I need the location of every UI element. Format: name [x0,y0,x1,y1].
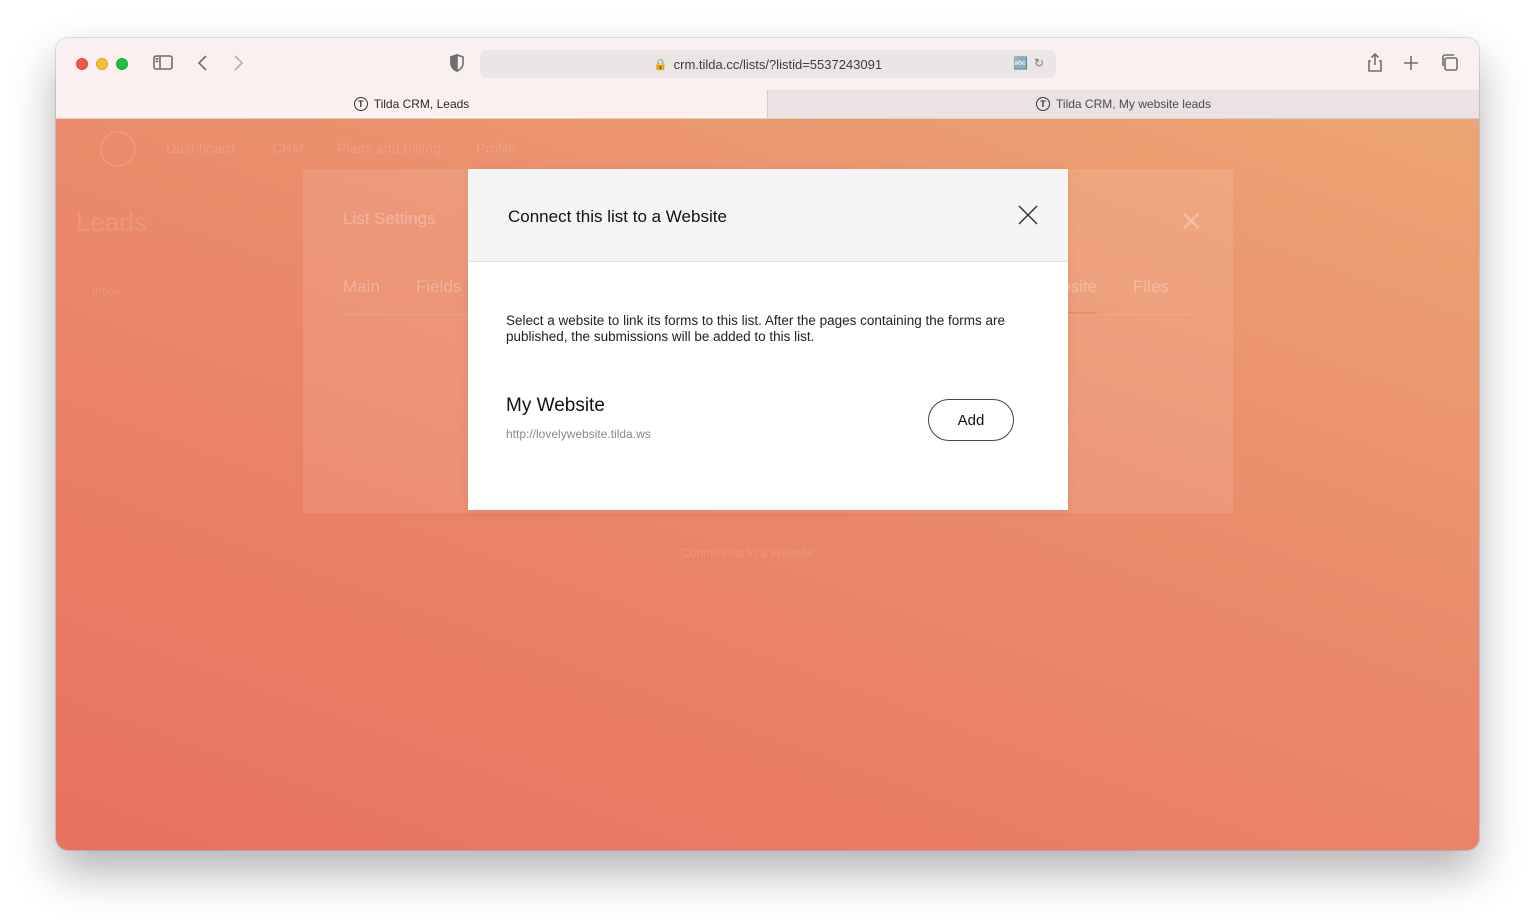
tilda-logo-icon [100,131,136,167]
address-bar[interactable]: 🔒 crm.tilda.cc/lists/?listid=5537243091 … [480,50,1056,78]
tab-overview-icon[interactable] [1440,52,1460,74]
tab-bar: T Tilda CRM, Leads T Tilda CRM, My websi… [56,90,1479,119]
privacy-shield-icon[interactable] [449,52,465,74]
page-content: Dashboard CRM Plans and Billing Profile … [56,119,1479,850]
settings-title: List Settings [343,209,436,228]
browser-window: 🔒 crm.tilda.cc/lists/?listid=5537243091 … [56,38,1479,850]
share-icon[interactable] [1366,52,1384,74]
footer-text: Connect list to a Website [681,546,814,560]
minimize-window-button[interactable] [96,58,108,70]
lock-icon: 🔒 [653,58,668,71]
close-window-button[interactable] [76,58,88,70]
new-tab-icon[interactable] [1403,52,1419,74]
translate-icon[interactable]: 🔤 [1013,56,1028,70]
zoom-window-button[interactable] [116,58,128,70]
nav-dashboard: Dashboard [166,140,235,156]
tab-leads[interactable]: T Tilda CRM, Leads [56,90,767,118]
address-text: crm.tilda.cc/lists/?listid=5537243091 [673,56,883,72]
modal-title: Connect this list to a Website [508,207,727,226]
tab-label: Tilda CRM, Leads [373,97,470,111]
browser-toolbar: 🔒 crm.tilda.cc/lists/?listid=5537243091 … [56,38,1479,90]
reload-icon[interactable]: ↻ [1034,56,1044,70]
nav-crm: CRM [272,140,304,156]
page-title: Leads [76,207,147,237]
settings-tab-main[interactable]: Main [343,277,380,297]
settings-close-icon[interactable]: ✕ [1180,205,1203,238]
tab-label: Tilda CRM, My website leads [1056,97,1211,111]
back-icon[interactable] [196,52,210,74]
close-icon[interactable] [1016,203,1040,227]
tilda-favicon-icon: T [1036,97,1051,111]
tilda-favicon-icon: T [353,97,368,111]
modal-description: Select a website to link its forms to th… [506,313,1005,344]
add-website-button[interactable]: Add [928,399,1014,441]
nav-profile: Profile [476,140,516,156]
forward-icon[interactable] [231,52,245,74]
website-url: http://lovelywebsite.tilda.ws [506,427,651,441]
modal-header: Connect this list to a Website [468,169,1068,262]
settings-tab-files[interactable]: Files [1133,277,1169,297]
connect-website-modal: Connect this list to a Website Select a … [468,169,1068,510]
settings-tab-fields[interactable]: Fields [416,277,461,297]
nav-plans-billing: Plans and Billing [337,140,441,156]
website-name: My Website [506,395,605,416]
tab-my-website-leads[interactable]: T Tilda CRM, My website leads [767,90,1479,118]
inbox-label: Inbox [92,284,122,298]
sidebar-toggle-icon[interactable] [153,52,173,74]
